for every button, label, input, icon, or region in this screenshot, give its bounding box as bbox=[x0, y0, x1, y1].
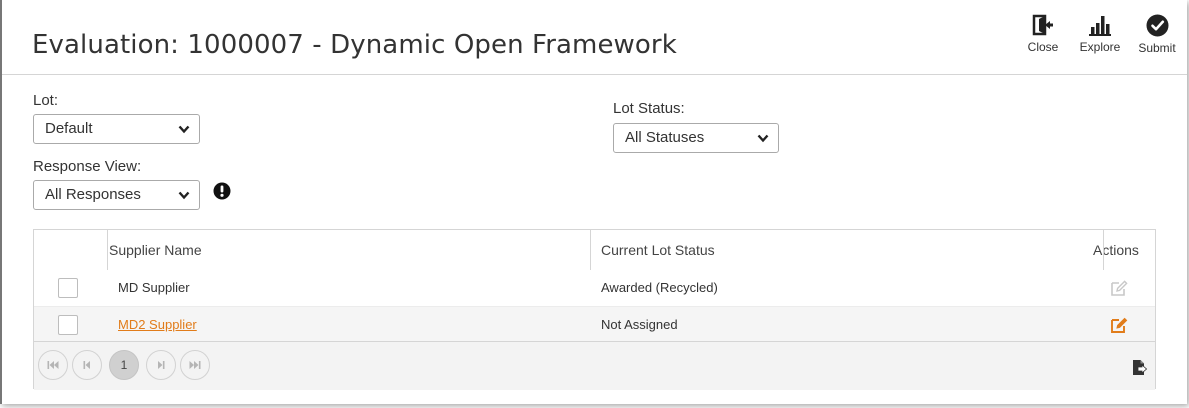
column-header-actions: Actions bbox=[1093, 242, 1139, 258]
grid-header: Supplier Name Current Lot Status Actions bbox=[34, 230, 1155, 271]
lot-status-cell: Awarded (Recycled) bbox=[601, 280, 718, 295]
first-page-icon bbox=[47, 361, 59, 369]
row-checkbox[interactable] bbox=[58, 315, 78, 335]
edit-icon bbox=[1111, 280, 1128, 296]
edit-icon[interactable] bbox=[1110, 316, 1128, 334]
check-circle-icon bbox=[1146, 14, 1168, 37]
lot-label: Lot: bbox=[33, 92, 59, 109]
lot-status-select-value: All Statuses bbox=[625, 129, 705, 146]
chevron-down-icon bbox=[178, 191, 190, 200]
bar-chart-icon bbox=[1089, 16, 1111, 36]
exclamation-icon[interactable] bbox=[213, 182, 231, 200]
export-file-icon[interactable] bbox=[1132, 359, 1147, 376]
door-exit-icon bbox=[1032, 14, 1053, 36]
response-view-select[interactable]: All Responses bbox=[33, 180, 200, 210]
page-number-button[interactable]: 1 bbox=[109, 350, 139, 380]
column-header-supplier-name[interactable]: Supplier Name bbox=[109, 242, 202, 258]
table-row: MD2 Supplier Not Assigned bbox=[34, 306, 1155, 343]
close-button[interactable]: Close bbox=[1022, 14, 1064, 54]
lot-status-select[interactable]: All Statuses bbox=[613, 123, 779, 153]
response-view-select-value: All Responses bbox=[45, 186, 141, 203]
previous-page-button[interactable] bbox=[72, 350, 102, 380]
lot-status-cell: Not Assigned bbox=[601, 317, 678, 332]
lot-select[interactable]: Default bbox=[33, 114, 200, 144]
last-page-icon bbox=[189, 361, 201, 369]
explore-button[interactable]: Explore bbox=[1075, 14, 1125, 54]
chevron-down-icon bbox=[757, 134, 769, 143]
table-row: MD Supplier Awarded (Recycled) bbox=[34, 270, 1155, 306]
page-header: Evaluation: 1000007 - Dynamic Open Frame… bbox=[2, 0, 1187, 75]
page-title: Evaluation: 1000007 - Dynamic Open Frame… bbox=[32, 30, 677, 60]
grid-pager: 1 bbox=[34, 341, 1155, 390]
submit-button[interactable]: Submit bbox=[1134, 14, 1180, 55]
next-page-button[interactable] bbox=[146, 350, 176, 380]
chevron-down-icon bbox=[178, 125, 190, 134]
first-page-button[interactable] bbox=[38, 350, 68, 380]
row-checkbox[interactable] bbox=[58, 278, 78, 298]
submit-label: Submit bbox=[1138, 41, 1176, 55]
column-header-current-lot-status[interactable]: Current Lot Status bbox=[601, 242, 715, 258]
supplier-name-cell: MD Supplier bbox=[118, 280, 190, 295]
supplier-grid: Supplier Name Current Lot Status Actions… bbox=[33, 229, 1156, 390]
lot-status-label: Lot Status: bbox=[613, 100, 685, 117]
lot-select-value: Default bbox=[45, 120, 93, 137]
supplier-name-link[interactable]: MD2 Supplier bbox=[118, 317, 197, 332]
response-view-label: Response View: bbox=[33, 158, 142, 175]
explore-label: Explore bbox=[1079, 40, 1121, 54]
previous-page-icon bbox=[83, 361, 90, 369]
last-page-button[interactable] bbox=[180, 350, 210, 380]
evaluation-window: Evaluation: 1000007 - Dynamic Open Frame… bbox=[0, 0, 1187, 404]
close-label: Close bbox=[1027, 40, 1059, 54]
next-page-icon bbox=[158, 361, 165, 369]
